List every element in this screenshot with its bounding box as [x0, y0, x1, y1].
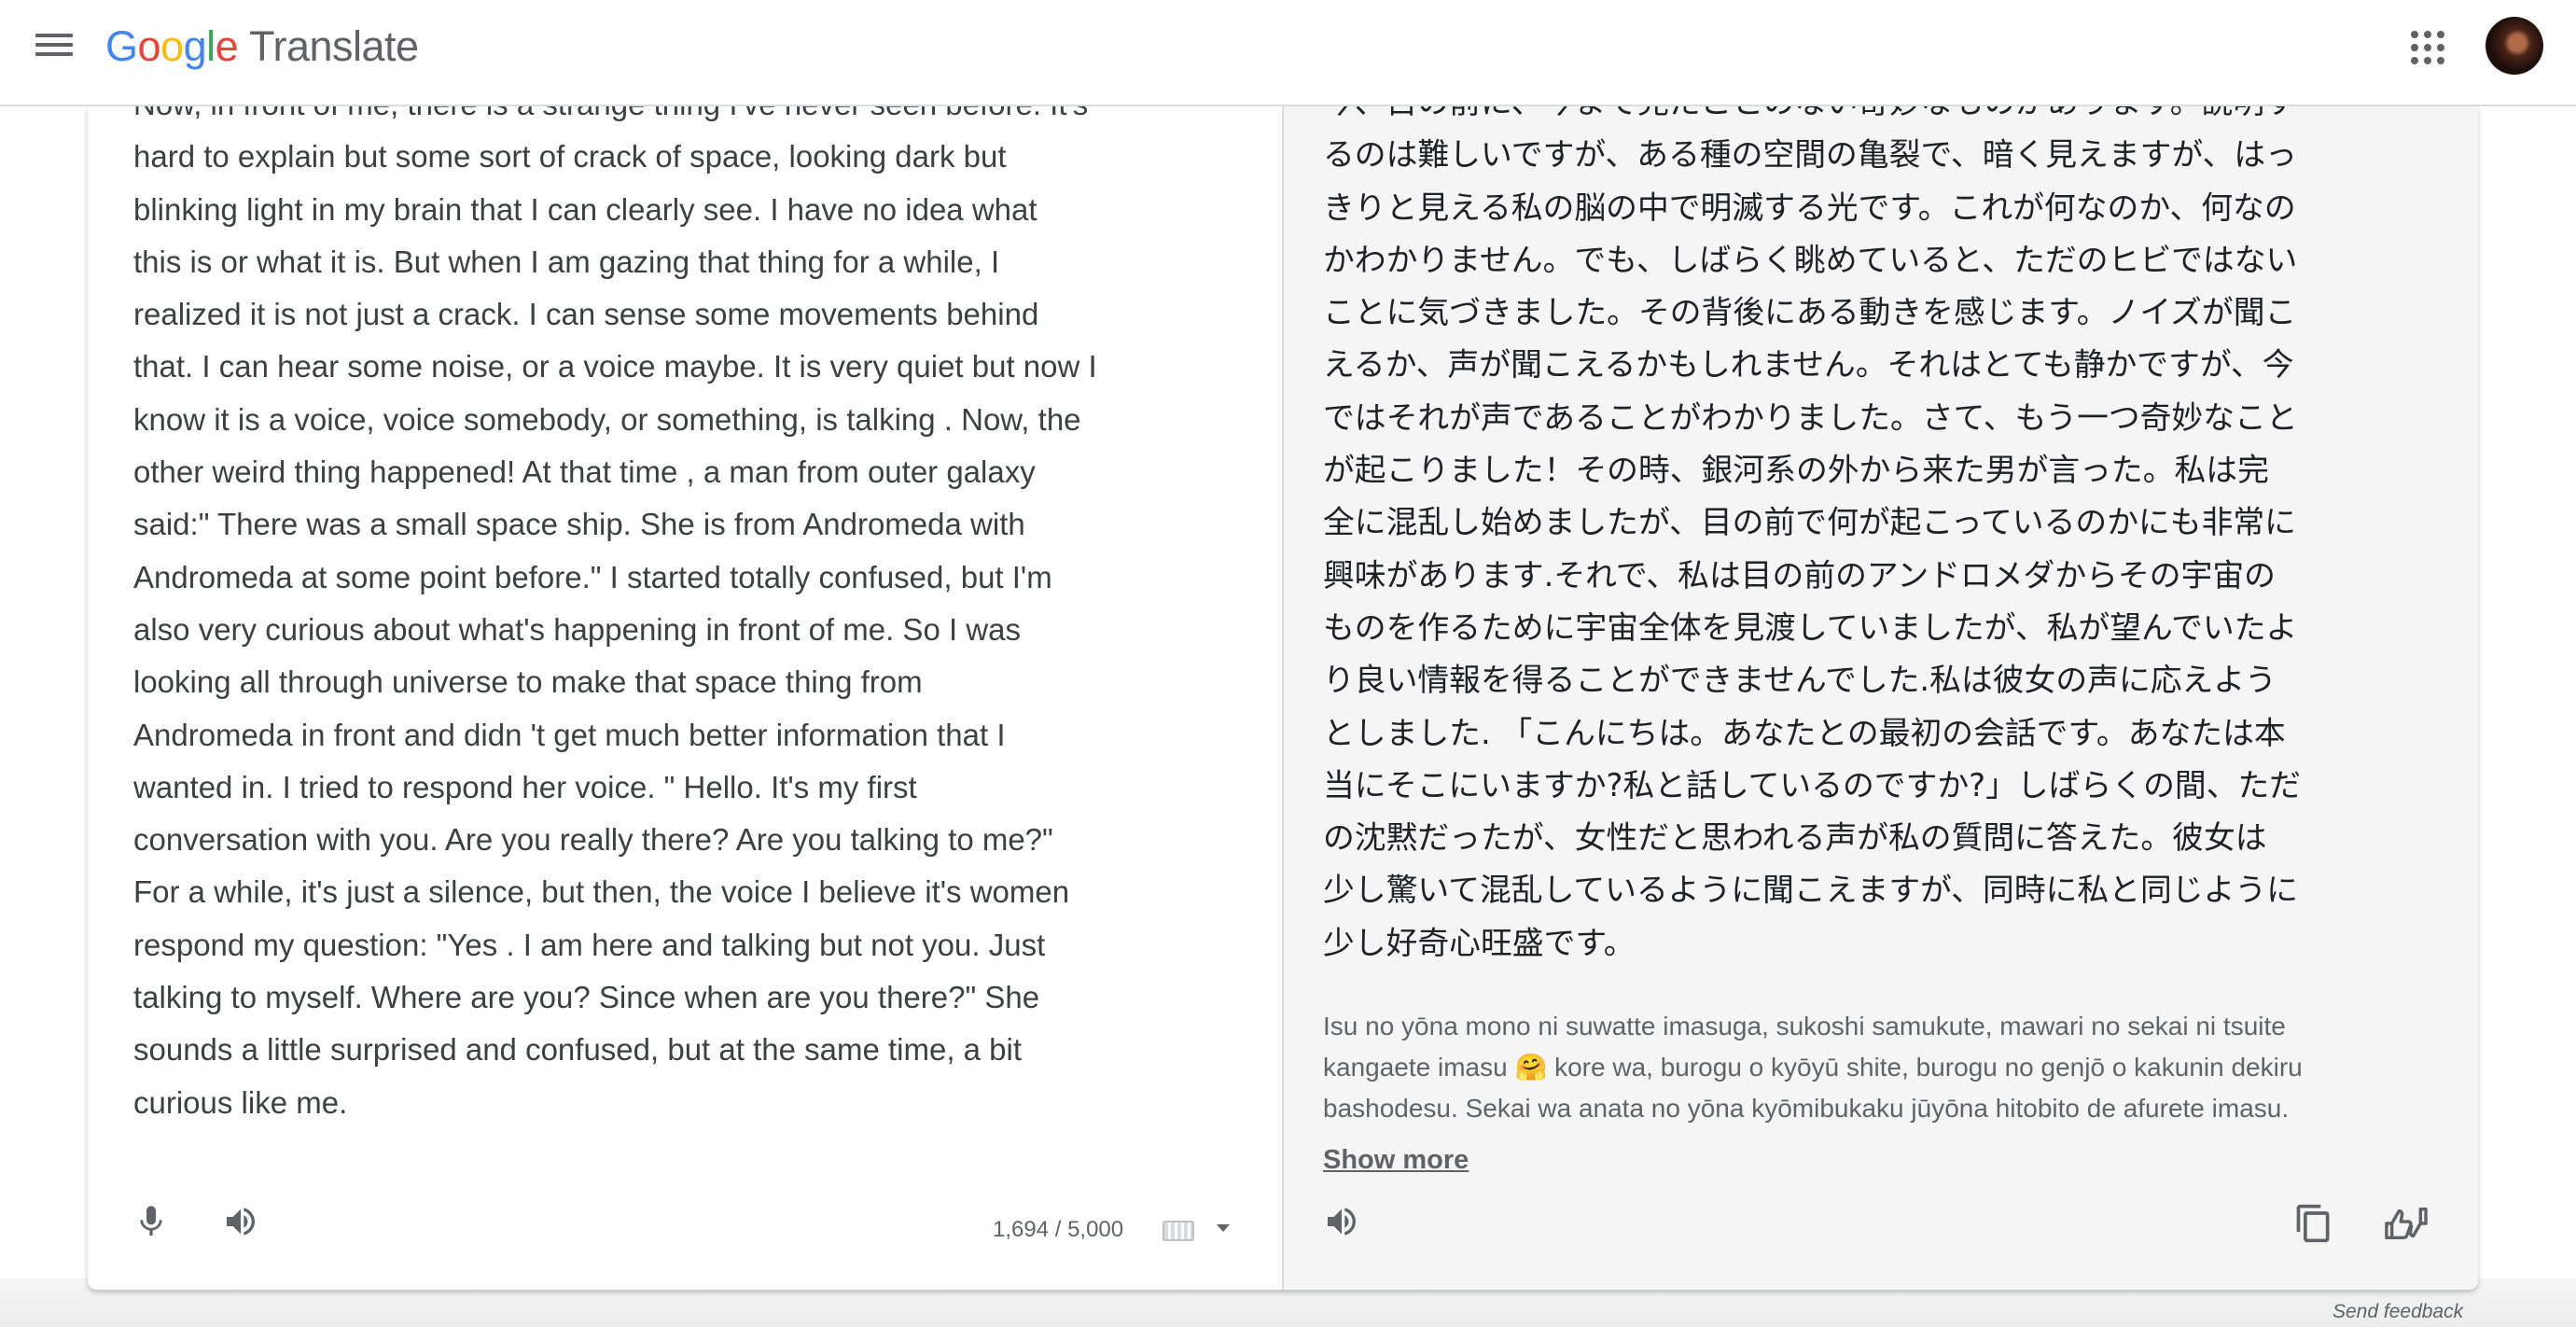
logo-letter: e [215, 22, 239, 70]
google-translate-logo[interactable]: Google Translate [105, 21, 419, 72]
product-name: Translate [249, 22, 419, 70]
show-more-link[interactable]: Show more [1323, 1145, 1469, 1176]
microphone-icon[interactable] [132, 1203, 170, 1240]
chevron-down-icon[interactable] [1217, 1224, 1230, 1232]
google-apps-icon[interactable] [2408, 28, 2444, 64]
source-text-input[interactable]: Now, in front of me, there is a strange … [133, 106, 1188, 1129]
top-bar: Google Translate [0, 0, 2576, 106]
logo-letter: g [183, 22, 207, 70]
target-pane: 今、目の前に、今まで見たことのない奇妙なものがあります。説明す るのは難しいです… [1284, 106, 2478, 1290]
logo-letter: l [206, 22, 216, 70]
main-menu-icon[interactable] [31, 28, 77, 65]
transliteration-text: Isu no yōna mono ni suwatte imasuga, suk… [1323, 1012, 2303, 1123]
speaker-icon[interactable] [1323, 1203, 1360, 1240]
keyboard-icon[interactable] [1163, 1221, 1194, 1241]
translated-text: 今、目の前に、今まで見たことのない奇妙なものがあります。説明す るのは難しいです… [1323, 106, 2302, 961]
source-pane: Now, in front of me, there is a strange … [88, 106, 1282, 1290]
logo-letter: o [137, 22, 161, 70]
logo-letter: o [160, 22, 184, 70]
send-feedback-link[interactable]: Send feedback [2332, 1301, 2463, 1323]
speaker-icon[interactable] [222, 1203, 259, 1240]
translation-card: Now, in front of me, there is a strange … [88, 106, 2478, 1290]
account-avatar[interactable] [2485, 17, 2543, 75]
copy-icon[interactable] [2293, 1203, 2334, 1244]
logo-letter: G [105, 22, 138, 70]
rate-translation-icon[interactable] [2383, 1202, 2430, 1245]
